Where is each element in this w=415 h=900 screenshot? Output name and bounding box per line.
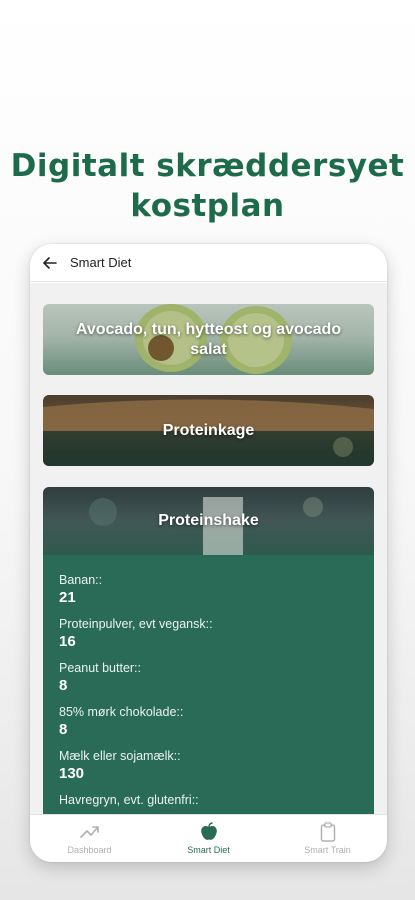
apple-icon xyxy=(200,822,217,840)
ingredient-item: Havregryn, evt. glutenfri:: xyxy=(59,793,358,808)
app-bar-title: Smart Diet xyxy=(70,255,132,270)
ingredient-amount: 16 xyxy=(59,633,76,650)
ingredient-label: Banan:: xyxy=(59,573,103,587)
recipe-title: Avocado, tun, hytteost og avocado salat xyxy=(75,320,342,358)
app-bar: Smart Diet xyxy=(30,244,387,282)
ingredient-item: Mælk eller sojamælk:: 130 xyxy=(59,749,358,783)
ingredient-item: Banan:: 21 xyxy=(59,573,358,607)
ingredient-amount: 130 xyxy=(59,765,85,782)
clipboard-icon xyxy=(320,822,335,842)
nav-item-smart-diet[interactable]: Smart Diet xyxy=(149,815,268,862)
ingredient-amount: 8 xyxy=(59,677,68,694)
nav-label: Smart Diet xyxy=(187,845,230,855)
ingredient-item: Peanut butter:: 8 xyxy=(59,661,358,695)
ingredient-item: 85% mørk chokolade:: 8 xyxy=(59,705,358,739)
recipe-card-avocado[interactable]: Avocado, tun, hytteost og avocado salat xyxy=(43,304,374,375)
nav-label: Dashboard xyxy=(67,845,112,855)
ingredient-label: Mælk eller sojamælk:: xyxy=(59,749,181,763)
recipe-list[interactable]: Avocado, tun, hytteost og avocado salat … xyxy=(30,283,387,814)
back-button[interactable] xyxy=(30,244,70,282)
ingredient-item: Proteinpulver, evt vegansk:: 16 xyxy=(59,617,358,651)
ingredient-amount: 8 xyxy=(59,721,68,738)
arrow-left-icon xyxy=(43,256,57,269)
bottom-navigation: Dashboard Smart Diet Smart Train xyxy=(30,814,387,862)
nav-item-smart-train[interactable]: Smart Train xyxy=(268,815,387,862)
ingredient-label: 85% mørk chokolade:: xyxy=(59,705,184,719)
ingredient-label: Proteinpulver, evt vegansk:: xyxy=(59,617,213,631)
headline-line-2: kostplan xyxy=(130,188,285,224)
phone-frame: Smart Diet Avocado, tun, hytteost og avo… xyxy=(30,244,387,862)
trend-chart-icon xyxy=(79,826,99,838)
recipe-card-proteinshake[interactable]: Proteinshake xyxy=(43,487,374,555)
ingredient-panel: Banan:: 21 Proteinpulver, evt vegansk:: … xyxy=(43,555,374,814)
nav-label: Smart Train xyxy=(304,845,351,855)
recipe-title: Proteinkage xyxy=(162,421,255,439)
ingredient-amount: 21 xyxy=(59,589,76,606)
ingredient-label: Havregryn, evt. glutenfri:: xyxy=(59,793,199,807)
recipe-card-proteinkage[interactable]: Proteinkage xyxy=(43,395,374,466)
nav-item-dashboard[interactable]: Dashboard xyxy=(30,815,149,862)
headline-line-1: Digitalt skræddersyet xyxy=(10,148,405,184)
headline: Digitalt skræddersyet kostplan xyxy=(0,146,415,226)
recipe-title: Proteinshake xyxy=(158,512,259,529)
ingredient-label: Peanut butter:: xyxy=(59,661,142,675)
